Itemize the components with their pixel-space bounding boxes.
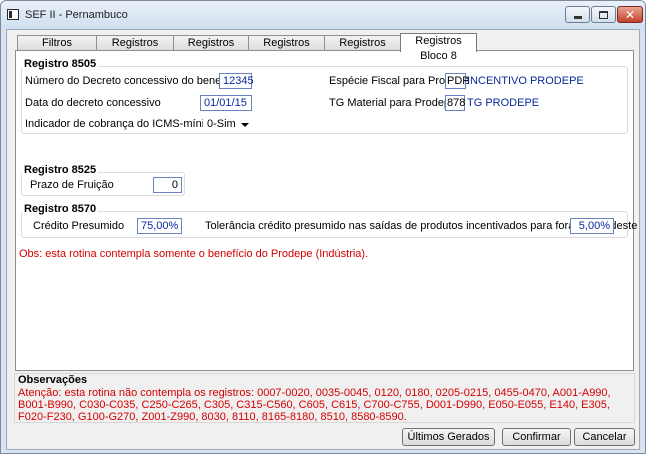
- credito-presumido-input[interactable]: 75,00%: [137, 218, 182, 234]
- indicador-icms-label: Indicador de cobrança do ICMS-mínimo: [25, 118, 220, 130]
- tab-strip: Filtros Registros Bloco 0 Registros Bloc…: [17, 33, 477, 64]
- data-decreto-label: Data do decreto concessivo: [25, 97, 161, 109]
- registro-8525-title: Registro 8525: [22, 164, 99, 176]
- tab-bloco-0[interactable]: Registros Bloco 0: [96, 35, 174, 64]
- main-window: SEF II - Pernambuco ✕ Filtros Registros …: [0, 0, 646, 454]
- tolerancia-input[interactable]: 5,00%: [570, 218, 614, 234]
- close-icon: ✕: [624, 7, 636, 22]
- minimize-button[interactable]: [565, 6, 590, 23]
- cancelar-button[interactable]: Cancelar: [574, 428, 635, 446]
- especie-fiscal-input[interactable]: PDP: [445, 73, 470, 89]
- data-decreto-input[interactable]: 01/01/15: [200, 95, 252, 111]
- indicador-icms-value: 0-Sim: [207, 118, 236, 130]
- tab-bloco-f[interactable]: Registros Bloco F: [248, 35, 325, 64]
- minimize-icon: [573, 16, 582, 19]
- obs-note: Obs: esta rotina contempla somente o ben…: [19, 248, 369, 260]
- observacoes-panel: Observações Atenção: esta rotina não con…: [14, 373, 635, 423]
- numero-decreto-label: Número do Decreto concessivo do benefíci…: [25, 75, 242, 87]
- observacoes-title: Observações: [18, 374, 88, 386]
- registro-8570-title: Registro 8570: [22, 203, 99, 215]
- credito-presumido-label: Crédito Presumido: [33, 220, 125, 232]
- tg-material-desc: TG PRODEPE: [467, 97, 540, 109]
- tg-material-label: TG Material para Prodepe: [329, 97, 457, 109]
- indicador-icms-select[interactable]: 0-Sim: [203, 116, 253, 132]
- prazo-fruicao-label: Prazo de Fruição: [30, 179, 114, 191]
- observacoes-text: Atenção: esta rotina não contempla os re…: [18, 387, 611, 423]
- registro-8505-title: Registro 8505: [22, 58, 99, 70]
- tab-bloco-h[interactable]: Registros Bloco H: [324, 35, 401, 64]
- tab-panel-bloco-8: Registro 8505 Número do Decreto concessi…: [15, 50, 637, 371]
- tg-material-input[interactable]: 878: [445, 95, 465, 111]
- prazo-fruicao-input[interactable]: 0: [153, 177, 182, 193]
- close-button[interactable]: ✕: [617, 6, 643, 23]
- maximize-icon: [599, 10, 608, 19]
- ultimos-gerados-button[interactable]: Últimos Gerados: [402, 428, 495, 446]
- client-area: Filtros Registros Bloco 0 Registros Bloc…: [6, 29, 640, 450]
- tab-filtros[interactable]: Filtros: [17, 35, 97, 51]
- tab-bloco-8[interactable]: Registros Bloco 8: [400, 33, 477, 62]
- dropdown-arrow-icon: [241, 123, 249, 127]
- tab-bloco-e[interactable]: Registros Bloco E: [173, 35, 249, 64]
- especie-fiscal-desc: INCENTIVO PRODEPE: [467, 75, 584, 87]
- title-bar[interactable]: SEF II - Pernambuco ✕: [1, 1, 645, 29]
- numero-decreto-input[interactable]: 12345: [219, 73, 254, 89]
- confirmar-button[interactable]: Confirmar: [502, 428, 571, 446]
- app-icon: [7, 9, 19, 20]
- window-title: SEF II - Pernambuco: [25, 9, 128, 21]
- maximize-button[interactable]: [591, 6, 616, 23]
